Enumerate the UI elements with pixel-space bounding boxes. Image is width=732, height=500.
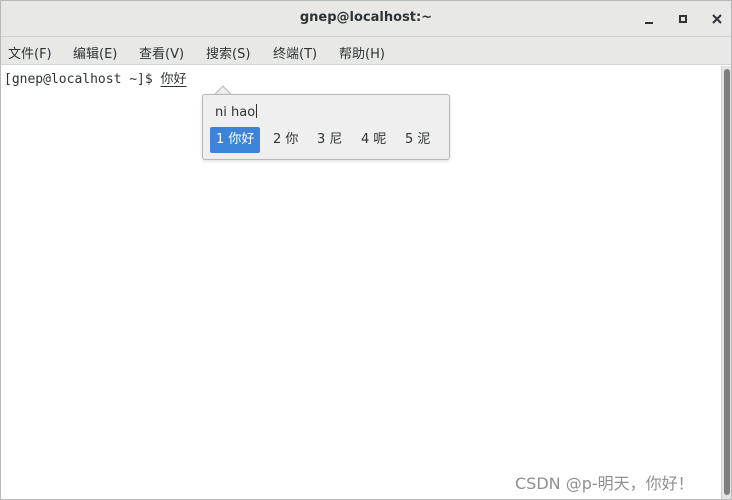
menu-help[interactable]: 帮助(H)	[339, 43, 385, 62]
minimize-button[interactable]	[639, 9, 659, 29]
ime-candidate-5[interactable]: 5 泥	[399, 127, 436, 153]
window-title: gnep@localhost:~	[299, 10, 433, 25]
text-caret	[256, 104, 258, 118]
shell-prompt: [gnep@localhost ~]$	[4, 72, 161, 87]
preedit-text: 你好	[160, 72, 187, 87]
command-line: [gnep@localhost ~]$ 你好	[4, 68, 187, 87]
menu-file[interactable]: 文件(F)	[8, 43, 52, 62]
menu-search[interactable]: 搜索(S)	[206, 43, 250, 62]
close-button[interactable]	[707, 9, 727, 29]
ime-pinyin-text: ni hao	[215, 105, 256, 120]
menu-view[interactable]: 查看(V)	[139, 43, 184, 62]
ime-pinyin-input: ni hao	[215, 104, 258, 120]
menu-terminal[interactable]: 终端(T)	[273, 43, 317, 62]
vertical-scrollbar[interactable]	[721, 66, 731, 499]
maximize-icon	[679, 15, 687, 23]
menu-edit[interactable]: 编辑(E)	[73, 43, 117, 62]
ime-candidate-1[interactable]: 1 你好	[210, 127, 261, 153]
close-icon	[712, 14, 722, 24]
ime-candidate-popup: ni hao 1 你好 2 你 3 尼 4 呢 5 泥	[202, 94, 450, 160]
ime-candidate-2[interactable]: 2 你	[267, 127, 304, 153]
watermark-text: CSDN @p-明天，你好！	[515, 474, 694, 493]
ime-candidate-3[interactable]: 3 尼	[311, 127, 348, 153]
terminal-window: gnep@localhost:~ 文件(F) 编辑(E) 查看(V) 搜索(S)…	[0, 0, 732, 500]
scrollbar-thumb[interactable]	[724, 69, 730, 495]
ime-candidate-4[interactable]: 4 呢	[355, 127, 392, 153]
title-bar[interactable]: gnep@localhost:~	[1, 1, 731, 37]
minimize-icon	[645, 22, 653, 24]
menu-bar: 文件(F) 编辑(E) 查看(V) 搜索(S) 终端(T) 帮助(H)	[1, 37, 731, 65]
maximize-button[interactable]	[673, 9, 693, 29]
